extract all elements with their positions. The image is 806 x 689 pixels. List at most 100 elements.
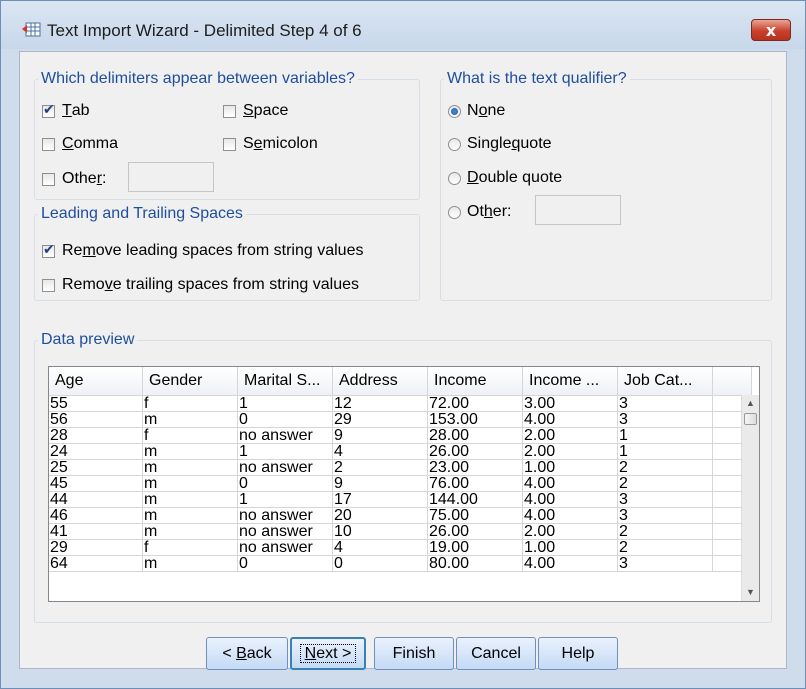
column-header[interactable]: Gender: [142, 367, 238, 396]
table-row: 46 m no answer 20 75.00 4.00 3: [49, 507, 752, 524]
table-cell: 0: [332, 555, 428, 572]
table-cell: 29: [49, 539, 143, 556]
table-cell: m: [142, 491, 238, 508]
table-cell: 44: [49, 491, 143, 508]
cancel-button[interactable]: Cancel: [456, 637, 536, 670]
table-row: 25 m no answer 2 23.00 1.00 2: [49, 459, 752, 476]
table-cell: 72.00: [427, 395, 523, 412]
table-cell: 3.00: [522, 395, 618, 412]
title-bar: Text Import Wizard - Delimited Step 4 of…: [1, 1, 805, 49]
qualifier-double-dot[interactable]: [448, 171, 461, 185]
semicolon-checkbox-box[interactable]: [223, 137, 236, 151]
column-header[interactable]: Income: [427, 367, 523, 396]
column-header[interactable]: Income ...: [522, 367, 618, 396]
table-cell: m: [142, 411, 238, 428]
table-cell: 2: [617, 523, 713, 540]
table-cell: 2: [617, 459, 713, 476]
preview-vertical-scrollbar[interactable]: ▲ ▼: [741, 395, 759, 601]
table-cell: m: [142, 459, 238, 476]
table-cell: 4: [332, 443, 428, 460]
table-cell: 3: [617, 395, 713, 412]
qualifier-none-dot[interactable]: [448, 104, 461, 118]
space-checkbox-box[interactable]: [223, 104, 236, 118]
import-wizard-window: Text Import Wizard - Delimited Step 4 of…: [0, 0, 806, 689]
table-cell: 4.00: [522, 491, 618, 508]
table-cell: 29: [332, 411, 428, 428]
scroll-down-icon[interactable]: ▼: [742, 584, 759, 601]
qualifier-single-dot[interactable]: [448, 137, 461, 151]
table-cell: 45: [49, 475, 143, 492]
back-button[interactable]: < Back: [206, 637, 288, 670]
qualifier-double-quote-radio[interactable]: Double quote: [448, 169, 562, 187]
table-cell: 56: [49, 411, 143, 428]
table-cell: 23.00: [427, 459, 523, 476]
qualifier-other-dot[interactable]: [448, 205, 461, 219]
remove-trailing-spaces-checkbox[interactable]: Remo v e trailing spaces from string value…: [42, 276, 359, 294]
table-cell: 4.00: [522, 555, 618, 572]
window-title: Text Import Wizard - Delimited Step 4 of…: [47, 21, 362, 40]
qualifier-other-input[interactable]: [535, 195, 621, 225]
spaces-legend: Leading and Trailing Spaces: [41, 205, 243, 222]
table-cell: 2.00: [522, 443, 618, 460]
finish-button[interactable]: Finish: [374, 637, 454, 670]
space-checkbox[interactable]: Space: [223, 102, 288, 120]
table-cell: 153.00: [427, 411, 523, 428]
table-cell: m: [142, 507, 238, 524]
table-cell: 4: [332, 539, 428, 556]
table-cell: 1: [237, 443, 333, 460]
comma-checkbox[interactable]: Comma: [42, 135, 118, 153]
table-row: 24 m 1 4 26.00 2.00 1: [49, 443, 752, 460]
table-cell: 19.00: [427, 539, 523, 556]
table-cell: 3: [617, 411, 713, 428]
next-button[interactable]: Next >: [290, 637, 366, 670]
table-cell: 28.00: [427, 427, 523, 444]
table-cell: 75.00: [427, 507, 523, 524]
remove-trailing-box[interactable]: [42, 278, 55, 292]
table-cell: 1: [617, 427, 713, 444]
table-cell: 3: [617, 555, 713, 572]
qualifier-other-radio[interactable]: Ot h er:: [448, 203, 511, 221]
table-cell: 10: [332, 523, 428, 540]
table-row: 45 m 0 9 76.00 4.00 2: [49, 475, 752, 492]
other-delimiter-input[interactable]: [128, 162, 214, 192]
table-cell: no answer: [237, 539, 333, 556]
remove-leading-box[interactable]: [42, 242, 55, 258]
table-cell: 2: [617, 539, 713, 556]
table-cell: no answer: [237, 459, 333, 476]
table-cell: m: [142, 523, 238, 540]
comma-checkbox-box[interactable]: [42, 137, 55, 151]
help-button[interactable]: Help: [538, 637, 618, 670]
table-cell: 1: [617, 443, 713, 460]
table-cell: 9: [332, 475, 428, 492]
column-header[interactable]: Address: [332, 367, 428, 396]
column-header[interactable]: Marital S...: [237, 367, 333, 396]
column-header[interactable]: Job Cat...: [617, 367, 713, 396]
qualifier-single-quote-radio[interactable]: Single q uote: [448, 135, 552, 153]
scroll-thumb[interactable]: [744, 413, 757, 425]
table-row: 28 f no answer 9 28.00 2.00 1: [49, 427, 752, 444]
remove-leading-spaces-checkbox[interactable]: Remove leading spaces from string values: [42, 242, 363, 260]
column-header[interactable]: Age: [49, 367, 143, 396]
close-button[interactable]: x: [751, 19, 791, 41]
tab-checkbox[interactable]: Tab: [42, 102, 90, 120]
table-cell: f: [142, 539, 238, 556]
dialog-body: Which delimiters appear between variable…: [19, 51, 787, 670]
table-cell: f: [142, 427, 238, 444]
column-header-filler: [712, 367, 752, 396]
table-cell: 80.00: [427, 555, 523, 572]
preview-rows: 55 f 1 12 72.00 3.00 3 56 m 0 29 153.00 4.00 3 28 f no a…: [49, 395, 752, 572]
semicolon-checkbox[interactable]: Se micolon: [223, 135, 318, 153]
other-delimiter-checkbox-box[interactable]: [42, 172, 55, 186]
preview-table: Age Gender Marital S... Address Income I…: [49, 367, 752, 572]
tab-checkbox-box[interactable]: [42, 102, 55, 118]
table-cell: no answer: [237, 523, 333, 540]
table-cell: 20: [332, 507, 428, 524]
app-icon: [22, 22, 41, 37]
table-row: 64 m 0 0 80.00 4.00 3: [49, 555, 752, 572]
data-preview-grid[interactable]: Age Gender Marital S... Address Income I…: [48, 366, 760, 602]
table-cell: m: [142, 475, 238, 492]
qualifier-none-radio[interactable]: No ne: [448, 102, 505, 120]
other-delimiter-checkbox[interactable]: Othe r:: [42, 170, 106, 188]
scroll-up-icon[interactable]: ▲: [742, 395, 759, 412]
table-cell: 2.00: [522, 523, 618, 540]
